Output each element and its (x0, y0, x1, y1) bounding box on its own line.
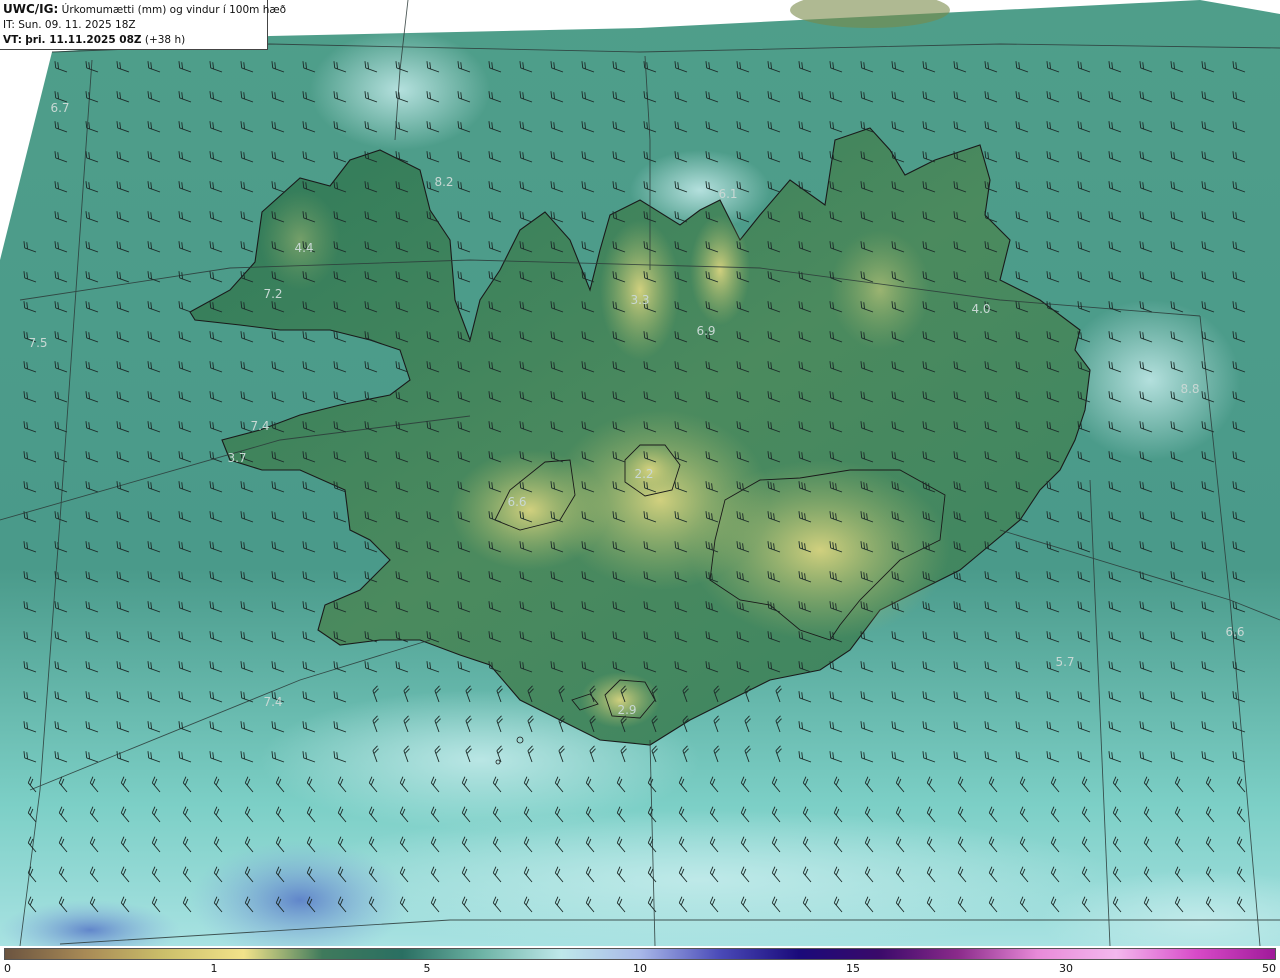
map-value: 7.5 (28, 336, 47, 350)
map-value: 6.1 (718, 187, 737, 201)
legend-tick: 1 (210, 962, 218, 975)
precipitation-wind-map[interactable]: 6.7 8.2 6.1 4.4 7.2 3.3 6.9 4.0 7.5 8.8 … (0, 0, 1280, 946)
legend-tick: 5 (423, 962, 431, 975)
map-info-box: UWC/IG: Úrkomumætti (mm) og vindur í 100… (0, 0, 286, 50)
legend-tick: 50 (1262, 962, 1276, 975)
legend-tick: 30 (1059, 962, 1073, 975)
color-legend: 0 1 5 10 15 30 50 (0, 946, 1280, 978)
legend-tick: 10 (633, 962, 647, 975)
map-value: 3.7 (227, 451, 246, 465)
map-title: Úrkomumætti (mm) og vindur í 100m hæð (61, 4, 287, 16)
map-value: 6.7 (50, 101, 69, 115)
map-value: 6.9 (696, 324, 715, 338)
legend-tick: 0 (4, 962, 11, 975)
valid-time-line: VT: þri. 11.11.2025 08Z (+38 h) (3, 33, 264, 48)
valid-time-value: þri. 11.11.2025 08Z (25, 34, 142, 46)
initial-time-line: IT: Sun. 09. 11. 2025 18Z (3, 18, 264, 33)
valid-time-label: VT: (3, 34, 22, 46)
map-value: 7.4 (250, 419, 269, 433)
map-value: 2.2 (634, 467, 653, 481)
map-value: 4.0 (971, 302, 990, 316)
map-value: 7.2 (263, 287, 282, 301)
map-value: 4.4 (294, 241, 313, 255)
map-value: 8.8 (1180, 382, 1199, 396)
map-value: 3.3 (630, 293, 649, 307)
map-value: 5.7 (1055, 655, 1074, 669)
map-value: 8.2 (434, 175, 453, 189)
map-value: 6.6 (507, 495, 526, 509)
legend-colorbar (4, 948, 1276, 960)
title-line: UWC/IG: Úrkomumætti (mm) og vindur í 100… (3, 2, 286, 18)
initial-time-value: Sun. 09. 11. 2025 18Z (18, 19, 136, 31)
legend-tick: 15 (846, 962, 860, 975)
product-code: UWC/IG: (3, 2, 59, 16)
map-value: 6.6 (1225, 625, 1244, 639)
initial-time-label: IT: (3, 19, 15, 31)
lead-time: (+38 h) (144, 34, 186, 46)
map-value: 2.9 (617, 703, 636, 717)
map-value: 7.4 (263, 695, 282, 709)
